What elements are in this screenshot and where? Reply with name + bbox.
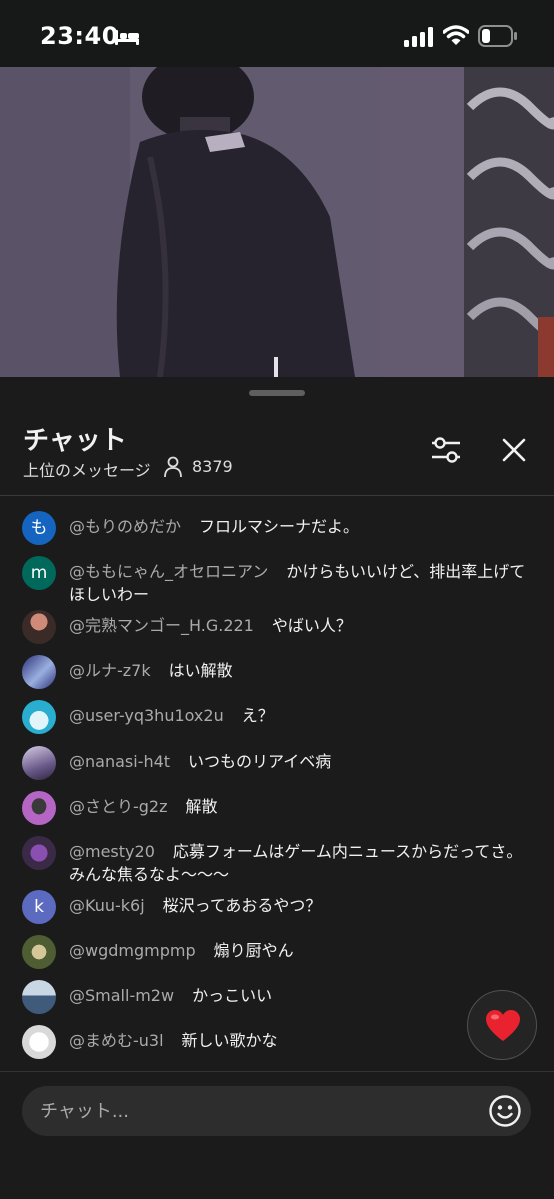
- message-text: 解散: [185, 797, 218, 816]
- avatar[interactable]: k: [22, 890, 56, 924]
- chat-panel: [0, 377, 554, 1199]
- bed-icon: [115, 30, 139, 45]
- wifi-icon: [443, 25, 469, 45]
- message-text: はい解散: [168, 661, 233, 680]
- message-author[interactable]: @Small-m2w: [69, 986, 174, 1005]
- message-author[interactable]: @もりのめだか: [69, 517, 181, 536]
- filter-icon: [432, 437, 460, 463]
- avatar[interactable]: [22, 935, 56, 969]
- avatar[interactable]: [22, 610, 56, 644]
- heart-icon: [486, 1010, 520, 1041]
- chat-title: チャット: [23, 426, 127, 456]
- message-text: いつものリアイベ病: [188, 752, 332, 771]
- message-text: 桜沢ってあおるやつ？: [162, 896, 322, 915]
- reaction-button[interactable]: [467, 990, 537, 1060]
- avatar[interactable]: も: [22, 511, 56, 545]
- message-author[interactable]: @さとり-g2z: [69, 797, 168, 816]
- header-divider: [0, 495, 554, 496]
- drag-handle[interactable]: [249, 390, 305, 396]
- message-author[interactable]: @ももにゃん_オセロニアン: [69, 562, 268, 581]
- input-divider: [0, 1071, 554, 1072]
- viewer-count: 8379: [192, 457, 233, 476]
- message-text: かっこいい: [192, 986, 273, 1005]
- video-frame: [0, 67, 554, 377]
- message-author[interactable]: @まめむ-u3l: [69, 1031, 164, 1050]
- person-icon: [164, 456, 182, 478]
- message-author[interactable]: @user-yq3hu1ox2u: [69, 706, 224, 725]
- avatar[interactable]: [22, 980, 56, 1014]
- status-time: 23:40: [40, 22, 119, 50]
- avatar[interactable]: [22, 791, 56, 825]
- avatar[interactable]: m: [22, 556, 56, 590]
- chat-mode-label[interactable]: 上位のメッセージ: [23, 457, 151, 481]
- avatar[interactable]: [22, 1025, 56, 1059]
- smiley-icon: [489, 1095, 521, 1127]
- message-text: やばい人？: [271, 616, 352, 635]
- message-author[interactable]: @完熟マンゴー_H.G.221: [69, 616, 254, 635]
- message-author[interactable]: @wgdmgmpmp: [69, 941, 196, 960]
- message-author[interactable]: @ルナ-z7k: [69, 661, 151, 680]
- avatar[interactable]: [22, 836, 56, 870]
- status-bar: 23:40: [0, 0, 554, 67]
- emoji-button[interactable]: [488, 1094, 522, 1128]
- avatar[interactable]: [22, 655, 56, 689]
- close-button[interactable]: [496, 432, 532, 468]
- message-text: フロルマシーナだよ。: [199, 517, 360, 536]
- avatar[interactable]: [22, 746, 56, 780]
- video-player[interactable]: [0, 67, 554, 377]
- avatar[interactable]: [22, 700, 56, 734]
- close-icon: [502, 438, 526, 462]
- message-text: え？: [241, 706, 274, 725]
- battery-icon: [478, 25, 517, 47]
- message-author[interactable]: @nanasi-h4t: [69, 752, 170, 771]
- message-text: 新しい歌かな: [181, 1031, 278, 1050]
- message-author[interactable]: @mesty20: [69, 842, 155, 861]
- message-text: 煽り厨やん: [213, 941, 294, 960]
- filter-button[interactable]: [428, 432, 464, 468]
- signal-icon: [404, 27, 433, 47]
- message-author[interactable]: @Kuu-k6j: [69, 896, 145, 915]
- chat-input[interactable]: [22, 1086, 531, 1136]
